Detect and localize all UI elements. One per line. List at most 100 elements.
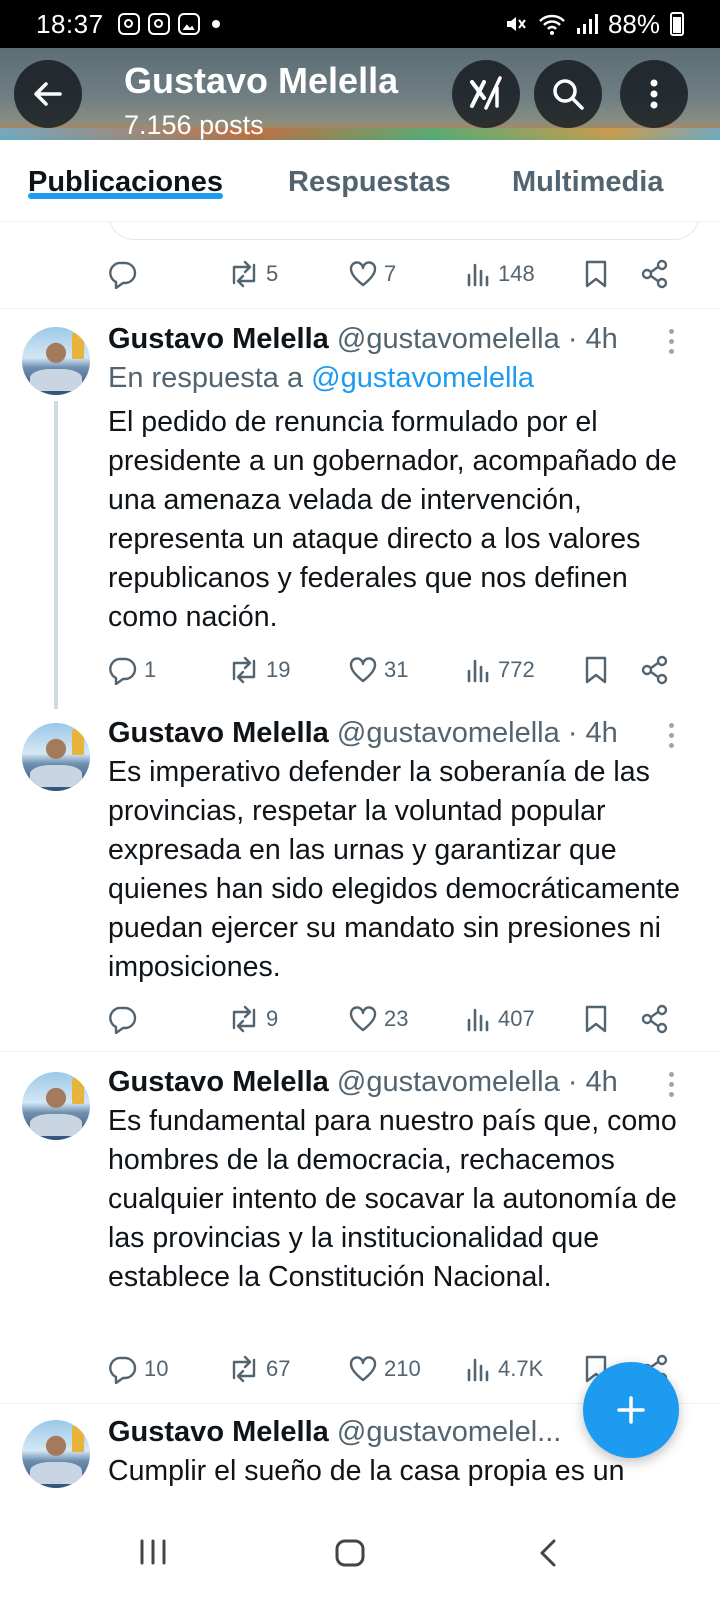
reply-icon xyxy=(109,657,137,685)
repost-icon xyxy=(232,1005,256,1033)
status-bar: 18:37 88% xyxy=(0,0,720,48)
battery-icon xyxy=(670,12,684,36)
views-icon xyxy=(467,1358,489,1382)
system-nav-bar xyxy=(0,1512,720,1600)
repost-icon xyxy=(232,260,256,288)
tab-publicaciones[interactable]: Publicaciones xyxy=(28,140,224,199)
heart-icon xyxy=(349,1006,377,1032)
bookmark-icon xyxy=(585,1005,607,1033)
banner-image xyxy=(0,128,720,140)
plus-icon xyxy=(617,1396,645,1424)
bookmark-icon xyxy=(585,260,607,288)
tab-respuestas[interactable]: Respuestas xyxy=(288,140,451,199)
author-handle-time: @gustavomelella · 4h xyxy=(336,717,618,749)
tweet-more-button[interactable] xyxy=(664,327,678,355)
like-button[interactable]: 23 xyxy=(348,999,408,1039)
search-button[interactable] xyxy=(534,60,602,128)
avatar[interactable] xyxy=(22,327,90,395)
views-button[interactable]: 4.7K xyxy=(466,1349,543,1389)
battery-percent: 88% xyxy=(607,8,660,39)
tweet-actions: 1 19 31 772 xyxy=(108,650,708,690)
reply-icon xyxy=(109,261,137,289)
repost-button[interactable]: 19 xyxy=(228,650,290,690)
back-nav-icon xyxy=(540,1539,556,1567)
more-options-button[interactable] xyxy=(620,60,688,128)
quoted-card-bottom[interactable] xyxy=(108,222,700,240)
recent-apps-button[interactable] xyxy=(138,1538,168,1571)
share-button[interactable] xyxy=(640,254,670,294)
reply-handle-link[interactable]: @gustavomelella xyxy=(311,362,534,394)
reply-icon xyxy=(109,1006,137,1034)
grok-button[interactable] xyxy=(452,60,520,128)
views-button[interactable]: 772 xyxy=(466,650,535,690)
author-name[interactable]: Gustavo Melella xyxy=(108,1416,329,1448)
reply-button[interactable] xyxy=(108,254,144,294)
views-button[interactable]: 148 xyxy=(466,254,535,294)
share-button[interactable] xyxy=(640,999,670,1039)
heart-icon xyxy=(349,1356,377,1382)
tweet-text: Cumplir el sueño de la casa propia es un xyxy=(108,1455,625,1487)
author-handle-time: @gustavomelel... xyxy=(336,1416,562,1448)
reply-button[interactable]: 10 xyxy=(108,1349,168,1389)
tweet-more-button[interactable] xyxy=(664,721,678,749)
heart-icon xyxy=(349,261,377,287)
compose-button[interactable] xyxy=(583,1362,679,1458)
bookmark-button[interactable] xyxy=(584,999,608,1039)
avatar[interactable] xyxy=(22,1072,90,1140)
home-icon xyxy=(335,1539,365,1567)
tweet-text: Es imperativo defender la soberanía de l… xyxy=(108,756,680,983)
avatar[interactable] xyxy=(22,1420,90,1488)
bookmark-icon xyxy=(585,656,607,684)
home-button[interactable] xyxy=(334,1538,366,1573)
back-button[interactable] xyxy=(14,60,82,128)
mute-icon xyxy=(506,17,526,31)
timeline[interactable]: 5 7 148 Gustavo Melella @gustavomelella … xyxy=(0,222,720,1512)
thread-line xyxy=(54,401,58,709)
reply-context: En respuesta a @gustavomelella xyxy=(108,362,535,394)
back-nav-button[interactable] xyxy=(536,1538,560,1573)
views-icon xyxy=(467,659,489,683)
reply-button[interactable] xyxy=(108,999,144,1039)
signal-icon xyxy=(576,14,598,34)
repost-button[interactable]: 5 xyxy=(228,254,278,294)
tweet-more-button[interactable] xyxy=(664,1070,678,1098)
share-button[interactable] xyxy=(640,650,670,690)
instagram-notification-icon xyxy=(147,13,170,35)
gallery-notification-icon xyxy=(177,13,200,35)
author-name[interactable]: Gustavo Melella xyxy=(108,323,329,355)
tweet-text: El pedido de renuncia formulado por el p… xyxy=(108,406,677,633)
status-time: 18:37 xyxy=(36,8,104,39)
repost-button[interactable]: 67 xyxy=(228,1349,290,1389)
tweet[interactable]: Gustavo Melella @gustavomelella · 4h Es … xyxy=(0,1052,720,1402)
author-handle-time: @gustavomelella · 4h xyxy=(336,323,618,355)
heart-icon xyxy=(349,657,377,683)
share-icon xyxy=(641,655,668,685)
views-icon xyxy=(467,1008,489,1032)
share-icon xyxy=(641,259,668,289)
profile-name: Gustavo Melella xyxy=(124,60,399,101)
reply-icon xyxy=(109,1356,137,1384)
search-icon xyxy=(553,79,584,110)
wifi-icon xyxy=(539,14,565,35)
arrow-left-icon xyxy=(34,82,62,106)
tweet[interactable]: Gustavo Melella @gustavomelella · 4h En … xyxy=(0,309,720,709)
tweet[interactable]: Gustavo Melella @gustavomelella · 4h Es … xyxy=(0,709,720,1050)
author-name[interactable]: Gustavo Melella xyxy=(108,717,329,749)
active-tab-indicator xyxy=(28,193,224,199)
like-button[interactable]: 7 xyxy=(348,254,396,294)
repost-icon xyxy=(232,1355,256,1383)
tab-multimedia[interactable]: Multimedia xyxy=(512,140,663,199)
reply-button[interactable]: 1 xyxy=(108,650,156,690)
avatar[interactable] xyxy=(22,723,90,791)
repost-button[interactable]: 9 xyxy=(228,999,278,1039)
grok-icon xyxy=(470,76,502,110)
like-button[interactable]: 210 xyxy=(348,1349,421,1389)
bookmark-button[interactable] xyxy=(584,650,608,690)
repost-icon xyxy=(232,656,256,684)
like-button[interactable]: 31 xyxy=(348,650,408,690)
bookmark-button[interactable] xyxy=(584,254,608,294)
author-name[interactable]: Gustavo Melella xyxy=(108,1066,329,1098)
tweet-text: Es fundamental para nuestro país que, co… xyxy=(108,1105,677,1293)
more-vertical-icon xyxy=(650,79,658,109)
views-button[interactable]: 407 xyxy=(466,999,535,1039)
